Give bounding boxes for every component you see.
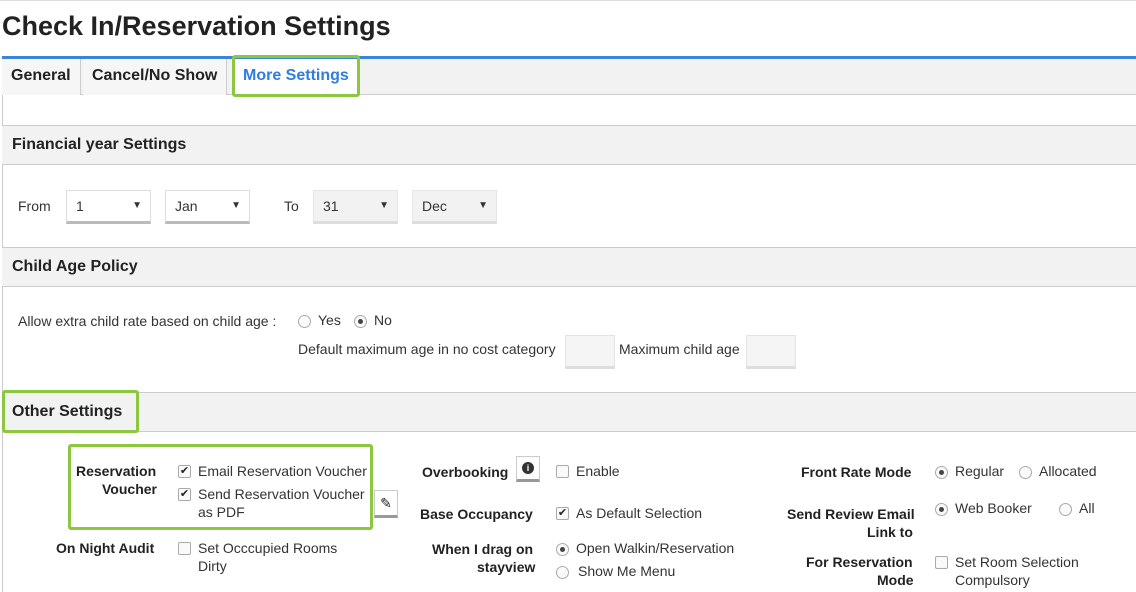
overbooking-label: Overbooking xyxy=(422,464,509,480)
other-settings-header: Other Settings xyxy=(2,392,1136,432)
chevron-down-icon: ▼ xyxy=(478,200,488,211)
all-label: All xyxy=(1079,500,1095,516)
web-booker-label: Web Booker xyxy=(955,500,1032,516)
front-rate-mode-label: Front Rate Mode xyxy=(801,464,912,480)
tab-general[interactable]: General xyxy=(2,59,81,95)
room-selection-label-value-1: Set Room Selection xyxy=(955,554,1079,570)
top-border xyxy=(0,0,1136,1)
chevron-down-icon: ▼ xyxy=(231,200,241,211)
chevron-down-icon: ▼ xyxy=(132,200,142,211)
child-rate-no-label: No xyxy=(374,312,392,328)
default-max-age-label: Default maximum age in no cost category xyxy=(298,341,556,357)
allocated-radio[interactable] xyxy=(1019,466,1032,479)
from-month-value: Jan xyxy=(175,198,198,214)
overbooking-enable-checkbox[interactable] xyxy=(556,465,569,478)
from-label: From xyxy=(18,198,51,214)
overbooking-enable-label: Enable xyxy=(576,463,620,479)
default-max-age-input[interactable] xyxy=(565,335,615,369)
as-default-checkbox[interactable]: ✔ xyxy=(556,507,569,520)
chevron-down-icon: ▼ xyxy=(379,200,389,211)
room-selection-label-2: Mode xyxy=(877,572,914,588)
show-menu-radio[interactable] xyxy=(556,566,569,579)
child-rate-question: Allow extra child rate based on child ag… xyxy=(18,313,277,329)
open-walkin-radio[interactable] xyxy=(556,543,569,556)
content-border xyxy=(2,95,3,592)
from-month-select[interactable]: Jan ▼ xyxy=(165,190,250,224)
child-age-header: Child Age Policy xyxy=(2,247,1136,287)
tab-cancel-no-show[interactable]: Cancel/No Show xyxy=(83,59,228,95)
to-month-value: Dec xyxy=(422,198,447,214)
child-rate-no-radio[interactable] xyxy=(354,315,367,328)
child-rate-yes-label: Yes xyxy=(318,312,341,328)
to-label: To xyxy=(284,198,299,214)
tab-bar: General Cancel/No Show More Settings xyxy=(2,59,1136,95)
occupied-dirty-label-2: Dirty xyxy=(198,558,227,574)
allocated-label: Allocated xyxy=(1039,463,1097,479)
from-day-value: 1 xyxy=(76,198,84,214)
from-day-select[interactable]: 1 ▼ xyxy=(66,190,151,224)
drag-stayview-label-1: When I drag on xyxy=(432,541,534,557)
show-menu-label: Show Me Menu xyxy=(578,563,676,579)
occupied-dirty-checkbox[interactable] xyxy=(178,542,191,555)
night-audit-label: On Night Audit xyxy=(56,540,155,556)
review-email-label-1: Send Review Email xyxy=(787,506,915,522)
room-selection-checkbox[interactable] xyxy=(935,556,948,569)
base-occupancy-label: Base Occupancy xyxy=(420,506,533,522)
room-selection-label-1: For Reservation xyxy=(806,554,913,570)
occupied-dirty-label-1: Set Occcupied Rooms xyxy=(198,540,338,556)
page-title: Check In/Reservation Settings xyxy=(2,11,391,41)
child-age-title: Child Age Policy xyxy=(12,258,138,275)
info-icon[interactable]: i xyxy=(516,456,540,482)
to-day-select[interactable]: 31 ▼ xyxy=(313,190,398,224)
financial-year-title: Financial year Settings xyxy=(12,136,187,153)
tab-highlight xyxy=(232,55,360,97)
pencil-icon[interactable]: ✎ xyxy=(374,490,398,518)
open-walkin-label: Open Walkin/Reservation xyxy=(576,540,735,556)
other-settings-highlight xyxy=(2,390,139,433)
max-child-age-input[interactable] xyxy=(746,335,796,369)
to-day-value: 31 xyxy=(323,198,339,214)
voucher-highlight xyxy=(68,444,373,530)
child-rate-yes-radio[interactable] xyxy=(298,315,311,328)
room-selection-label-value-2: Compulsory xyxy=(955,572,1030,588)
as-default-label: As Default Selection xyxy=(576,505,703,521)
review-email-label-2: Link to xyxy=(867,524,913,540)
all-radio[interactable] xyxy=(1059,503,1072,516)
financial-year-header: Financial year Settings xyxy=(2,125,1136,165)
regular-label: Regular xyxy=(955,463,1005,479)
to-month-select[interactable]: Dec ▼ xyxy=(412,190,497,224)
web-booker-radio[interactable] xyxy=(935,503,948,516)
max-child-age-label: Maximum child age xyxy=(619,341,740,357)
drag-stayview-label-2: stayview xyxy=(477,559,536,575)
regular-radio[interactable] xyxy=(935,466,948,479)
